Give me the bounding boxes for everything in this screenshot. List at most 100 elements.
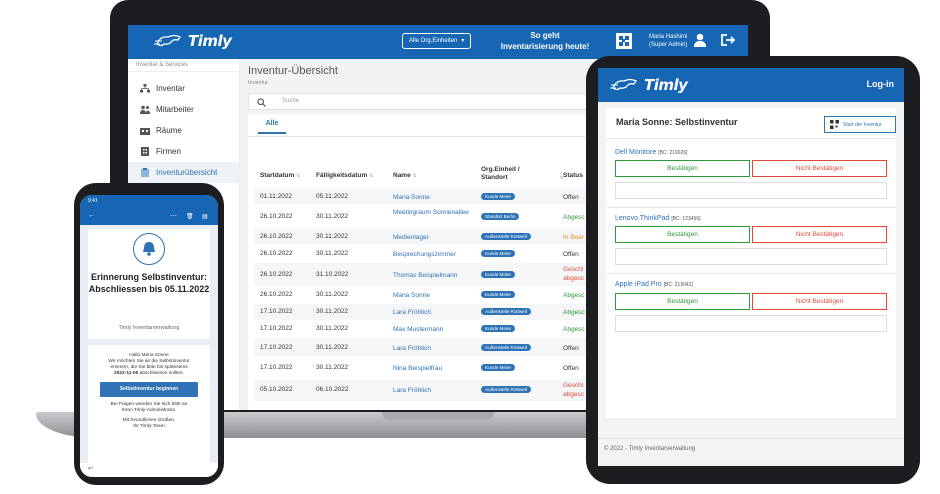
col-header-startdatum[interactable]: Startdatum ⇅: [260, 172, 300, 180]
start-inventory-button[interactable]: Start der Inventur: [824, 116, 896, 133]
user-name: Maria Hashimi: [649, 34, 688, 40]
timly-logo[interactable]: Timly: [610, 76, 688, 94]
bell-badge: [133, 233, 165, 265]
cell-startdatum: 17.10.2022: [260, 325, 293, 332]
cell-org-badge: Kunde Meier: [481, 291, 516, 298]
reject-button[interactable]: Nicht Bestätigen: [752, 160, 887, 177]
reject-button[interactable]: Nicht Bestätigen: [752, 226, 887, 243]
reply-bar[interactable]: ↩: [80, 463, 218, 477]
comment-input[interactable]: [615, 315, 887, 332]
cell-name[interactable]: Lara Fröhlich: [393, 308, 473, 317]
cell-org-badge: Kunde Meier: [481, 270, 516, 278]
qr-code-icon: [830, 120, 839, 129]
sidebar-item-inventuruebersicht[interactable]: Inventurübersicht: [128, 162, 239, 183]
cell-startdatum: 01.11.2022: [260, 193, 293, 200]
laptop-notch: [382, 412, 494, 420]
bell-icon: [143, 242, 155, 256]
cell-org-badge: Außenstelle Rottweil: [481, 386, 531, 393]
cell-faelligkeitsdatum: 30.11.2022: [316, 250, 349, 257]
reply-icon[interactable]: ↩: [88, 466, 93, 472]
self-inventory-card: Maria Sonne: Selbstinventur Start der In…: [606, 108, 896, 418]
people-icon: [140, 105, 150, 114]
sidebar-item-firmen[interactable]: Firmen: [128, 141, 239, 162]
footer-divider: [598, 438, 904, 439]
confirm-button[interactable]: Bestätigen: [615, 226, 750, 243]
cow-logo-icon: [154, 34, 181, 47]
item-apple-ipad-pro[interactable]: Apple iPad Pro [BC: 219042]: [615, 281, 693, 288]
search-icon: [257, 98, 266, 107]
breadcrumb[interactable]: Inventur: [248, 80, 268, 86]
cell-name[interactable]: Lara Fröhlich: [393, 386, 473, 395]
divider: [606, 138, 896, 139]
user-info[interactable]: Maria Hashimi (Super Admin): [649, 33, 687, 49]
cell-name[interactable]: Max Mustermann: [393, 325, 473, 334]
archive-icon[interactable]: ▤: [202, 213, 208, 220]
cell-name[interactable]: Maria Sonne: [393, 291, 473, 300]
sidebar-item-label: Firmen: [156, 147, 181, 156]
cell-faelligkeitsdatum: 05.11.2022: [316, 193, 349, 200]
sidebar-item-mitarbeiter[interactable]: Mitarbeiter: [128, 99, 239, 120]
reminder-header-card: Erinnerung Selbstinventur: Abschliessen …: [88, 229, 210, 339]
company-icon: [141, 147, 149, 156]
sidebar-item-label: Inventurübersicht: [156, 168, 218, 177]
sidebar-item-raeume[interactable]: Räume: [128, 120, 239, 141]
login-link[interactable]: Log-in: [867, 79, 895, 89]
cell-name[interactable]: Medienlager: [393, 233, 473, 242]
confirm-button[interactable]: Bestätigen: [615, 293, 750, 310]
timly-logo[interactable]: Timly: [154, 32, 232, 50]
logout-icon[interactable]: [721, 34, 735, 46]
col-header-org[interactable]: Org.Einheit / Standort ⇅: [481, 166, 564, 182]
mail-toolbar: ← ⋯ 🗑 ▤: [80, 209, 218, 225]
phone-screen: 9:41 ← ⋯ 🗑 ▤ Erinnerung Selbstinventur: …: [80, 195, 218, 477]
col-header-status[interactable]: Status: [563, 172, 583, 180]
col-header-name[interactable]: Name ⇅: [393, 172, 417, 180]
comment-input[interactable]: [615, 182, 887, 199]
cell-org-badge: Kunde Meier: [481, 325, 516, 332]
logo-text: Timly: [644, 76, 688, 94]
start-self-inventory-button[interactable]: Selbstinventur beginnen: [100, 382, 198, 397]
cell-startdatum: 05.10.2022: [260, 386, 293, 393]
item-dell-monitore[interactable]: Dell Monitore [BC: 219026]: [615, 149, 687, 156]
cell-startdatum: 26.10.2022: [260, 291, 293, 298]
cell-faelligkeitsdatum: 30.11.2022: [316, 233, 349, 240]
user-icon[interactable]: [694, 33, 706, 47]
cell-faelligkeitsdatum: 31.10.2022: [316, 270, 349, 278]
sidebar-heading: Inventar & Services: [128, 59, 239, 72]
divider: [606, 207, 896, 208]
tab-alle[interactable]: Alle: [258, 120, 286, 134]
cell-name[interactable]: Meetingraum Sonnenallee: [393, 208, 473, 217]
sidebar-item-label: Räume: [156, 126, 182, 135]
cell-faelligkeitsdatum: 30.11.2022: [316, 291, 349, 298]
trash-icon[interactable]: 🗑: [186, 213, 194, 220]
cell-startdatum: 26.10.2022: [260, 250, 293, 257]
cell-faelligkeitsdatum: 30.11.2022: [316, 325, 349, 332]
cell-startdatum: 26.10.2022: [260, 270, 293, 278]
cell-name[interactable]: Besprechungszimmer: [393, 250, 473, 259]
org-unit-selector[interactable]: Alle Org.Einheiten ▾: [402, 33, 472, 49]
confirm-button[interactable]: Bestätigen: [615, 160, 750, 177]
divider: [606, 273, 896, 274]
cell-faelligkeitsdatum: 06.10.2022: [316, 386, 349, 393]
item-lenovo-thinkpad[interactable]: Lenovo ThinkPad [BC: 123456]: [615, 215, 701, 222]
logo-text: Timly: [188, 32, 232, 50]
cell-org-badge: Kunde Meier: [481, 250, 516, 257]
cell-org-badge: Kunde Meier: [481, 193, 516, 200]
device-mockup-stage: Timly Alle Org.Einheiten ▾ So geht Inven…: [0, 0, 940, 494]
cell-name[interactable]: Maria Sonne: [393, 193, 473, 202]
qr-code-icon[interactable]: [616, 33, 632, 49]
sort-icon: ⇅: [296, 173, 301, 179]
sort-icon: ⇅: [369, 173, 374, 179]
cell-org-badge: Standort Berlin: [481, 213, 520, 220]
search-placeholder: Suche: [282, 98, 300, 104]
cell-name[interactable]: Lara Fröhlich: [393, 344, 473, 353]
sitemap-icon: [140, 84, 150, 93]
more-icon[interactable]: ⋯: [170, 212, 177, 220]
reject-button[interactable]: Nicht Bestätigen: [752, 293, 887, 310]
cell-name[interactable]: Thomas Beispielmann: [393, 271, 473, 280]
cell-name[interactable]: Nina Beispielfrau: [393, 364, 473, 373]
comment-input[interactable]: [615, 248, 887, 265]
cell-startdatum: 26.10.2022: [260, 233, 293, 240]
col-header-faelligkeitsdatum[interactable]: Fälligkeitsdatum ⇅: [316, 172, 373, 180]
sidebar-item-inventar[interactable]: Inventar: [128, 78, 239, 99]
back-arrow-icon[interactable]: ←: [88, 212, 95, 219]
